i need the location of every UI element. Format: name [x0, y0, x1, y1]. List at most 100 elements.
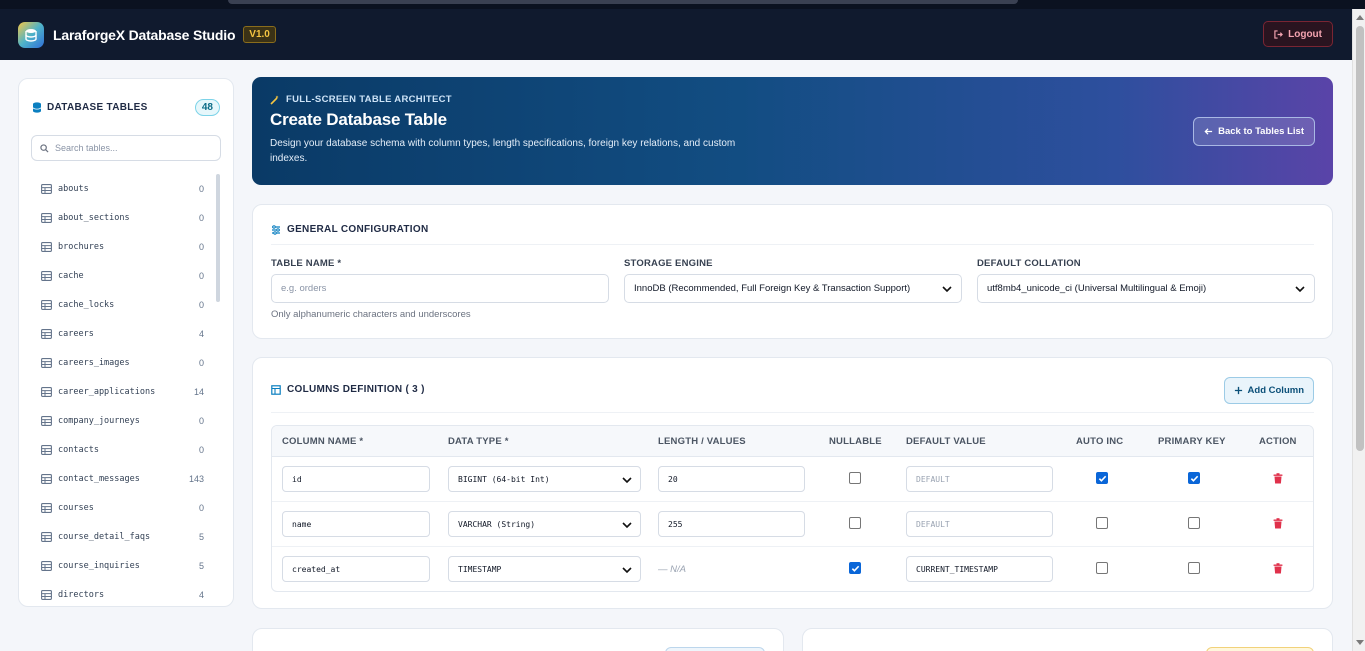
table-name: careers — [58, 328, 94, 339]
storage-engine-label: STORAGE ENGINE — [624, 258, 713, 269]
table-name: abouts — [58, 183, 89, 194]
columns-grid: COLUMN NAME * DATA TYPE * LENGTH / VALUE… — [271, 425, 1314, 592]
sidebar-item-course-detail-faqs[interactable]: course_detail_faqs 5 — [19, 522, 233, 551]
hero-eyebrow: FULL-SCREEN TABLE ARCHITECT — [270, 94, 1315, 105]
header-nullable: NULLABLE — [829, 436, 882, 447]
primary-key-checkbox[interactable] — [1188, 517, 1200, 529]
sidebar-item-abouts[interactable]: abouts 0 — [19, 174, 233, 203]
delete-column-trash-icon[interactable] — [1273, 563, 1283, 574]
columns-grid-header: COLUMN NAME * DATA TYPE * LENGTH / VALUE… — [272, 426, 1313, 457]
add-column-button[interactable]: Add Column — [1223, 377, 1314, 404]
table-search-box[interactable] — [31, 135, 221, 161]
header-data-type: DATA TYPE * — [448, 436, 509, 447]
scroll-down-arrow-icon[interactable] — [1356, 640, 1364, 645]
table-name: cache_locks — [58, 299, 115, 310]
table-icon — [41, 328, 52, 339]
auto-increment-checkbox[interactable] — [1096, 472, 1108, 484]
nullable-checkbox[interactable] — [849, 562, 861, 574]
data-type-select[interactable]: VARCHAR (String) — [448, 511, 641, 537]
chevron-down-icon — [622, 522, 632, 529]
sidebar-item-careers-images[interactable]: careers_images 0 — [19, 348, 233, 377]
delete-column-trash-icon[interactable] — [1273, 473, 1283, 484]
auto-increment-checkbox[interactable] — [1096, 562, 1108, 574]
table-row-count: 0 — [198, 415, 204, 426]
column-name-input[interactable]: name — [282, 511, 430, 537]
lower-right-card-button[interactable] — [1206, 647, 1314, 651]
general-configuration-card: GENERAL CONFIGURATION TABLE NAME * e.g. … — [252, 204, 1333, 339]
table-icon — [41, 502, 52, 513]
header-action: ACTION — [1259, 436, 1297, 447]
database-icon — [32, 101, 42, 113]
version-badge: V1.0 — [243, 26, 276, 43]
table-name: course_inquiries — [58, 560, 140, 571]
sidebar-item-cache-locks[interactable]: cache_locks 0 — [19, 290, 233, 319]
app-title: LaraforgeX Database Studio — [53, 26, 236, 43]
logout-button[interactable]: Logout — [1263, 21, 1333, 47]
table-icon — [271, 384, 281, 395]
table-name: career_applications — [58, 386, 156, 397]
length-input[interactable]: 20 — [658, 466, 805, 492]
table-name: about_sections — [58, 212, 130, 223]
table-name: contacts — [58, 444, 99, 455]
sidebar-item-contact-messages[interactable]: contact_messages 143 — [19, 464, 233, 493]
nullable-checkbox[interactable] — [849, 517, 861, 529]
data-type-select[interactable]: BIGINT (64-bit Int) — [448, 466, 641, 492]
table-icon — [41, 444, 52, 455]
check-icon — [1190, 475, 1198, 482]
column-row-name: name VARCHAR (String) 255 DEFAULT — [272, 502, 1313, 547]
default-value-input[interactable]: CURRENT_TIMESTAMP — [906, 556, 1053, 582]
data-type-select[interactable]: TIMESTAMP — [448, 556, 641, 582]
sidebar-item-courses[interactable]: courses 0 — [19, 493, 233, 522]
table-row-count: 14 — [193, 386, 204, 397]
column-name-input[interactable]: created_at — [282, 556, 430, 582]
chevron-down-icon — [622, 477, 632, 484]
table-icon — [41, 212, 52, 223]
magic-wand-icon — [270, 95, 279, 105]
check-icon — [851, 565, 859, 572]
sidebar-item-brochures[interactable]: brochures 0 — [19, 232, 233, 261]
length-input[interactable]: 255 — [658, 511, 805, 537]
sidebar-scroll-thumb[interactable] — [216, 174, 220, 302]
table-name: careers_images — [58, 357, 130, 368]
page-scrollbar[interactable] — [1352, 9, 1365, 651]
auto-increment-checkbox[interactable] — [1096, 517, 1108, 529]
storage-engine-select[interactable]: InnoDB (Recommended, Full Foreign Key & … — [624, 274, 962, 303]
primary-key-checkbox[interactable] — [1188, 562, 1200, 574]
sidebar-item-company-journeys[interactable]: company_journeys 0 — [19, 406, 233, 435]
scroll-up-arrow-icon[interactable] — [1356, 15, 1364, 20]
table-icon — [41, 183, 52, 194]
column-row-id: id BIGINT (64-bit Int) 20 DEFAULT — [272, 457, 1313, 502]
header-column-name: COLUMN NAME * — [282, 436, 364, 447]
scroll-thumb[interactable] — [1356, 26, 1364, 451]
sidebar-item-course-inquiries[interactable]: course_inquiries 5 — [19, 551, 233, 580]
table-name: course_detail_faqs — [58, 531, 151, 542]
primary-key-checkbox[interactable] — [1188, 472, 1200, 484]
table-icon — [41, 531, 52, 542]
sidebar-item-about-sections[interactable]: about_sections 0 — [19, 203, 233, 232]
default-value-input[interactable]: DEFAULT — [906, 466, 1053, 492]
table-search-input[interactable] — [55, 143, 205, 153]
column-name-input[interactable]: id — [282, 466, 430, 492]
sidebar-item-careers[interactable]: careers 4 — [19, 319, 233, 348]
sidebar-item-career-applications[interactable]: career_applications 14 — [19, 377, 233, 406]
default-value-input[interactable]: DEFAULT — [906, 511, 1053, 537]
table-row-count: 4 — [198, 328, 204, 339]
arrow-left-icon — [1204, 128, 1213, 135]
delete-column-trash-icon[interactable] — [1273, 518, 1283, 529]
nullable-checkbox[interactable] — [849, 472, 861, 484]
logout-icon — [1274, 29, 1284, 39]
header-length: LENGTH / VALUES — [658, 436, 746, 447]
back-to-tables-button[interactable]: Back to Tables List — [1193, 117, 1315, 146]
table-icon — [41, 589, 52, 600]
table-name-input[interactable]: e.g. orders — [271, 274, 609, 303]
lower-left-card-button[interactable] — [665, 647, 765, 651]
table-row-count: 0 — [198, 357, 204, 368]
column-row-created-at: created_at TIMESTAMP — N/A CURRENT_TIMESTAM… — [272, 547, 1313, 591]
sidebar-item-directors[interactable]: directors 4 — [19, 580, 233, 606]
sidebar-header: DATABASE TABLES 48 — [19, 79, 233, 121]
sidebar-item-cache[interactable]: cache 0 — [19, 261, 233, 290]
default-collation-select[interactable]: utf8mb4_unicode_ci (Universal Multilingu… — [977, 274, 1315, 303]
table-row-count: 0 — [198, 299, 204, 310]
sidebar-item-contacts[interactable]: contacts 0 — [19, 435, 233, 464]
table-row-count: 5 — [198, 560, 204, 571]
